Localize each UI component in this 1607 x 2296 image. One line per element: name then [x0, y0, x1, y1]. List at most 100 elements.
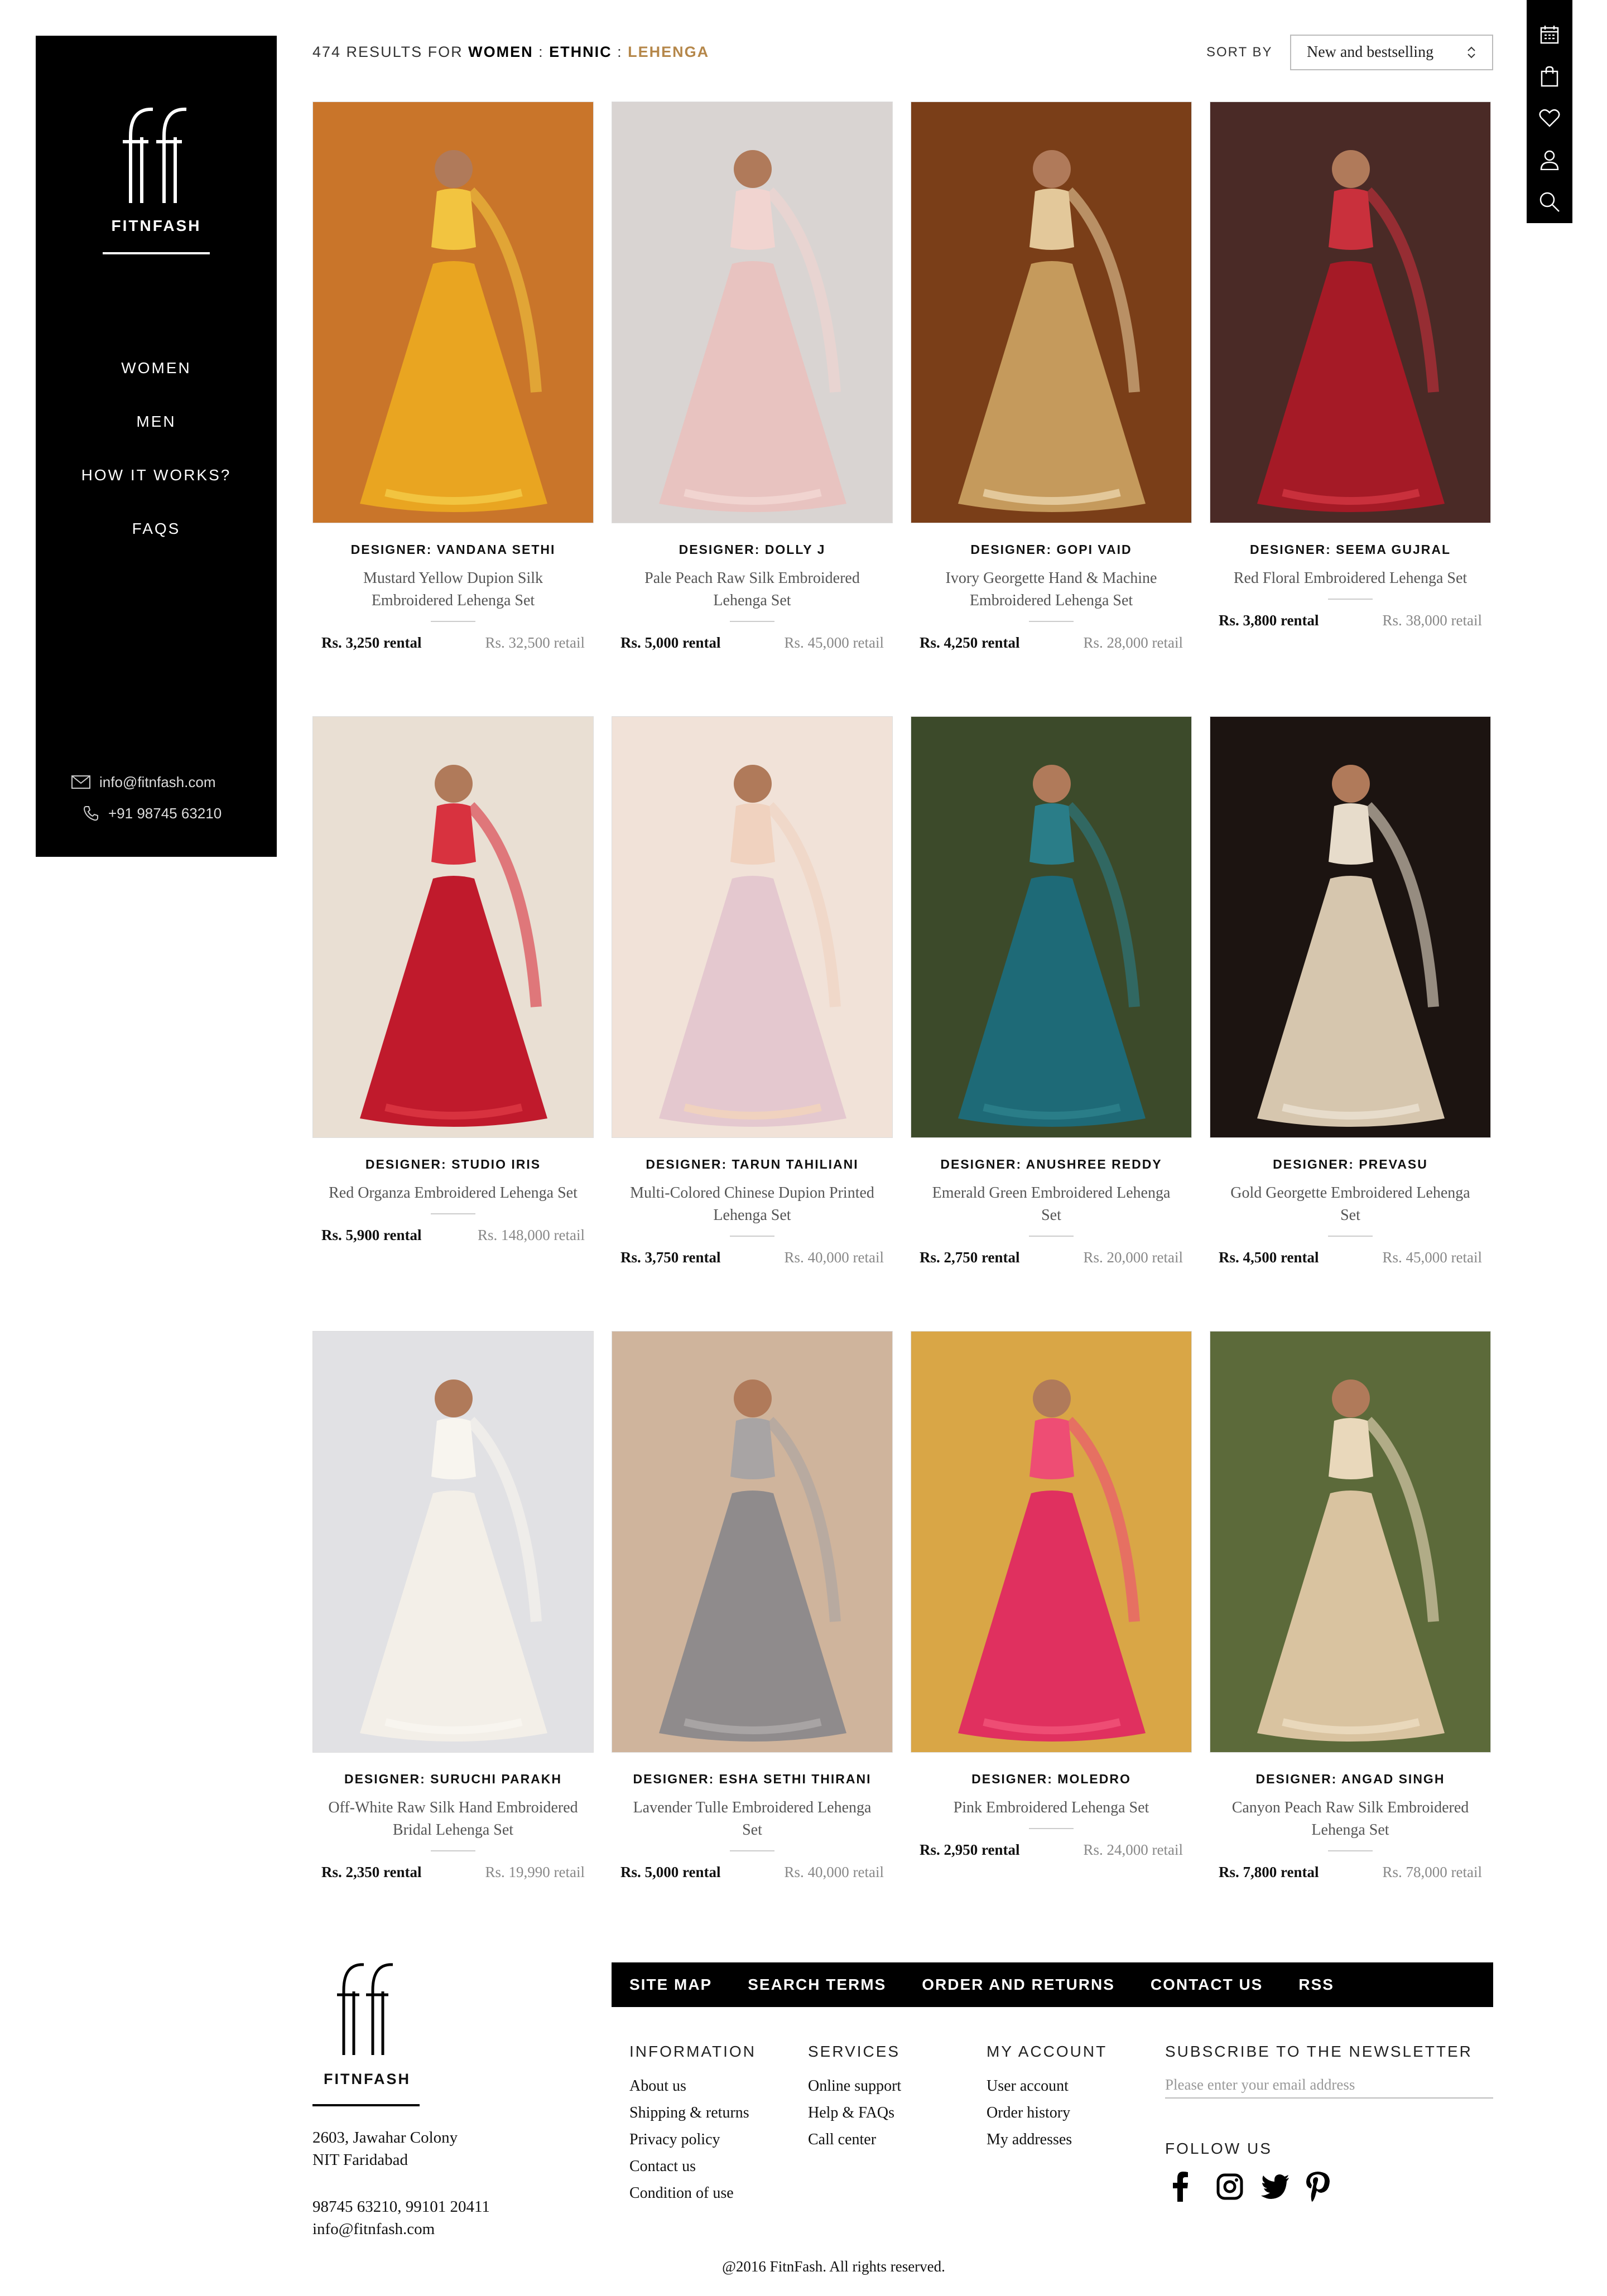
product-image[interactable] [312, 716, 594, 1138]
search-button[interactable] [1527, 181, 1572, 223]
product-card[interactable]: DESIGNER: MOLEDRO Pink Embroidered Lehen… [911, 1331, 1192, 1859]
newsletter-email-input[interactable] [1165, 2072, 1493, 2099]
product-designer[interactable]: DESIGNER: ANUSHREE REDDY [911, 1157, 1192, 1172]
nav-how-it-works[interactable]: HOW IT WORKS? [36, 448, 277, 502]
product-rental-price: Rs. 3,250 rental [321, 634, 422, 651]
product-retail-price: Rs. 24,000 retail [1083, 1841, 1183, 1858]
footer-sitemap-link[interactable]: SITE MAP [629, 1976, 712, 1994]
product-designer[interactable]: DESIGNER: VANDANA SETHI [312, 542, 594, 557]
product-rental-price: Rs. 5,000 rental [620, 634, 721, 651]
product-card[interactable]: DESIGNER: STUDIO IRIS Red Organza Embroi… [312, 716, 594, 1244]
product-name[interactable]: Off-White Raw Silk Hand Embroidered Brid… [312, 1797, 594, 1841]
footer-link-privacy[interactable]: Privacy policy [629, 2126, 756, 2153]
footer-order-returns-link[interactable]: ORDER AND RETURNS [922, 1976, 1115, 1994]
product-rental-price: Rs. 5,900 rental [321, 1227, 422, 1243]
product-image[interactable] [612, 716, 893, 1138]
product-name[interactable]: Lavender Tulle Embroidered Lehenga Set [612, 1797, 893, 1841]
footer-link-conditions[interactable]: Condition of use [629, 2180, 756, 2207]
footer-link-addresses[interactable]: My addresses [987, 2126, 1107, 2153]
product-image[interactable] [1210, 102, 1491, 523]
product-designer[interactable]: DESIGNER: PREVASU [1210, 1157, 1491, 1172]
newsletter: SUBSCRIBE TO THE NEWSLETTER [1165, 2043, 1493, 2099]
address-line: 2603, Jawahar Colony [312, 2129, 458, 2147]
product-image[interactable] [312, 1331, 594, 1753]
footer-email[interactable]: info@fitnfash.com [312, 2218, 490, 2240]
product-designer[interactable]: DESIGNER: DOLLY J [612, 542, 893, 557]
cart-button[interactable] [1527, 55, 1572, 97]
breadcrumb-ethnic[interactable]: ETHNIC [549, 44, 612, 60]
footer-phones[interactable]: 98745 63210, 99101 20411 [312, 2196, 490, 2218]
footer-link-help[interactable]: Help & FAQs [808, 2100, 901, 2126]
product-image[interactable] [911, 1331, 1192, 1753]
product-card[interactable]: DESIGNER: ESHA SETHI THIRANI Lavender Tu… [612, 1331, 893, 1881]
product-designer[interactable]: DESIGNER: ESHA SETHI THIRANI [612, 1772, 893, 1787]
product-name[interactable]: Gold Georgette Embroidered Lehenga Set [1210, 1182, 1491, 1227]
product-rental-price: Rs. 3,750 rental [620, 1249, 721, 1266]
product-image[interactable] [312, 102, 594, 523]
footer-logo-icon[interactable] [335, 1958, 397, 2055]
product-name[interactable]: Red Floral Embroidered Lehenga Set [1210, 567, 1491, 590]
product-card[interactable]: DESIGNER: DOLLY J Pale Peach Raw Silk Em… [612, 102, 893, 652]
product-image[interactable] [1210, 716, 1491, 1138]
sidebar-phone[interactable]: +91 98745 63210 [108, 805, 222, 822]
product-name[interactable]: Red Organza Embroidered Lehenga Set [312, 1182, 594, 1204]
nav-men[interactable]: MEN [36, 395, 277, 448]
footer-link-about[interactable]: About us [629, 2073, 756, 2100]
footer-address: 2603, Jawahar Colony NIT Faridabad [312, 2126, 458, 2171]
product-image[interactable] [612, 1331, 893, 1753]
product-designer[interactable]: DESIGNER: MOLEDRO [911, 1772, 1192, 1787]
footer-rss-link[interactable]: RSS [1298, 1976, 1334, 1994]
product-designer[interactable]: DESIGNER: SEEMA GUJRAL [1210, 542, 1491, 557]
product-name[interactable]: Emerald Green Embroidered Lehenga Set [911, 1182, 1192, 1227]
facebook-link[interactable] [1172, 2169, 1216, 2205]
product-name[interactable]: Canyon Peach Raw Silk Embroidered Leheng… [1210, 1797, 1491, 1841]
wishlist-button[interactable] [1527, 97, 1572, 139]
product-card[interactable]: DESIGNER: SURUCHI PARAKH Off-White Raw S… [312, 1331, 594, 1881]
footer-link-contact[interactable]: Contact us [629, 2153, 756, 2180]
footer-information-title: INFORMATION [629, 2043, 756, 2060]
footer-link-order-history[interactable]: Order history [987, 2100, 1107, 2126]
product-name[interactable]: Pink Embroidered Lehenga Set [911, 1797, 1192, 1819]
product-image[interactable] [911, 102, 1192, 523]
breadcrumb-separator: : [617, 44, 623, 60]
product-card[interactable]: DESIGNER: PREVASU Gold Georgette Embroid… [1210, 716, 1491, 1266]
nav-faqs[interactable]: FAQS [36, 502, 277, 556]
product-card[interactable]: DESIGNER: VANDANA SETHI Mustard Yellow D… [312, 102, 594, 652]
newsletter-title: SUBSCRIBE TO THE NEWSLETTER [1165, 2043, 1473, 2060]
product-name[interactable]: Ivory Georgette Hand & Machine Embroider… [911, 567, 1192, 612]
sidebar-email[interactable]: info@fitnfash.com [99, 774, 215, 791]
product-card[interactable]: DESIGNER: GOPI VAID Ivory Georgette Hand… [911, 102, 1192, 652]
sort-select[interactable]: New and bestselling [1290, 35, 1493, 70]
calendar-button[interactable] [1527, 13, 1572, 55]
nav-women[interactable]: WOMEN [36, 341, 277, 395]
footer-link-user-account[interactable]: User account [987, 2073, 1107, 2100]
footer-link-online-support[interactable]: Online support [808, 2073, 901, 2100]
footer-link-call-center[interactable]: Call center [808, 2126, 901, 2153]
brand-logo-icon[interactable] [119, 103, 193, 203]
product-card[interactable]: DESIGNER: ANUSHREE REDDY Emerald Green E… [911, 716, 1192, 1266]
product-name[interactable]: Pale Peach Raw Silk Embroidered Lehenga … [612, 567, 893, 612]
product-card[interactable]: DESIGNER: SEEMA GUJRAL Red Floral Embroi… [1210, 102, 1491, 629]
product-designer[interactable]: DESIGNER: STUDIO IRIS [312, 1157, 594, 1172]
account-button[interactable] [1527, 139, 1572, 181]
footer-account-title: MY ACCOUNT [987, 2043, 1108, 2060]
product-image[interactable] [911, 716, 1192, 1138]
footer-contact-link[interactable]: CONTACT US [1151, 1976, 1263, 1994]
breadcrumb-women[interactable]: WOMEN [468, 44, 533, 60]
footer-search-terms-link[interactable]: SEARCH TERMS [748, 1976, 886, 1994]
pinterest-link[interactable] [1306, 2169, 1350, 2205]
product-designer[interactable]: DESIGNER: GOPI VAID [911, 542, 1192, 557]
product-designer[interactable]: DESIGNER: ANGAD SINGH [1210, 1772, 1491, 1787]
product-name[interactable]: Multi-Colored Chinese Dupion Printed Leh… [612, 1182, 893, 1227]
product-image[interactable] [612, 102, 893, 523]
instagram-link[interactable] [1216, 2169, 1261, 2205]
twitter-link[interactable] [1261, 2169, 1306, 2205]
product-name[interactable]: Mustard Yellow Dupion Silk Embroidered L… [312, 567, 594, 612]
product-image[interactable] [1210, 1331, 1491, 1753]
product-designer[interactable]: DESIGNER: SURUCHI PARAKH [312, 1772, 594, 1787]
product-designer[interactable]: DESIGNER: TARUN TAHILIANI [612, 1157, 893, 1172]
product-card[interactable]: DESIGNER: ANGAD SINGH Canyon Peach Raw S… [1210, 1331, 1491, 1881]
footer-link-shipping[interactable]: Shipping & returns [629, 2100, 756, 2126]
product-card[interactable]: DESIGNER: TARUN TAHILIANI Multi-Colored … [612, 716, 893, 1266]
product-retail-price: Rs. 148,000 retail [478, 1227, 585, 1243]
